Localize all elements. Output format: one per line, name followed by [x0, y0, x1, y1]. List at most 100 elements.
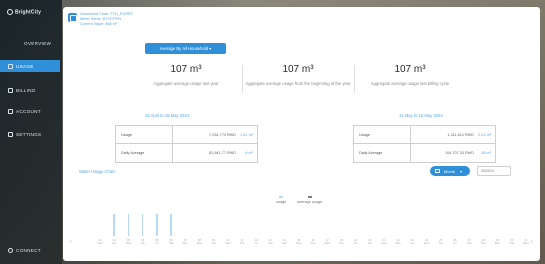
x-tick-label: 12 Fri: [254, 238, 258, 246]
chart-bar[interactable]: [170, 213, 172, 236]
chevron-right-icon[interactable]: ›: [531, 239, 533, 245]
x-tick-label: 30 Tue: [509, 238, 515, 246]
stat-year-to-date: 107 m³ Aggregate average usage from the …: [243, 64, 353, 86]
table-value: 62,641.77 RWD: [209, 151, 236, 155]
sidebar-item-label: USAGE: [16, 63, 34, 69]
average-dropdown-button[interactable]: Average By All Household ▾: [145, 43, 226, 54]
x-tick-label: 01 Mon: [97, 238, 103, 246]
x-tick-label: 14 Sun: [282, 238, 288, 246]
table-unit: 2.01 m³: [478, 132, 491, 137]
current-value: Current Value: 888 m³: [80, 22, 118, 26]
calendar-icon: [435, 169, 440, 173]
sidebar-item-settings[interactable]: SETTINGS: [0, 128, 62, 140]
x-tick-label: 22 Mon: [395, 238, 401, 246]
x-tick-label: 29 Mon: [494, 238, 501, 246]
chart-bar[interactable]: [141, 213, 144, 236]
table-unit: 28 m³: [481, 151, 491, 155]
legend-swatch: [307, 196, 312, 198]
table-key: Usage: [359, 132, 370, 137]
stat-value: 107 m³: [394, 64, 426, 75]
x-tick-label: 07 Sun: [182, 238, 188, 246]
column-divider: [410, 144, 411, 162]
stat-last-year: 107 m³ Aggregate average usage last year: [131, 64, 241, 86]
x-tick-label: 09 Tue: [211, 238, 216, 246]
sidebar-item-usage[interactable]: USAGE: [0, 60, 60, 72]
x-tick-label: 25 Thu: [438, 238, 444, 246]
x-tick-label: 11 Thu: [239, 238, 245, 246]
date-input[interactable]: 05/2024: [477, 166, 511, 176]
x-tick-label: 31 Wed: [523, 238, 529, 246]
table-unit: 4 m³: [245, 151, 253, 155]
x-tick-label: 15 Mon: [296, 238, 302, 246]
chart-title: Water Usage Chart: [79, 169, 115, 174]
x-tick-label: 06 Sat: [168, 238, 174, 246]
sidebar-item-label: ACCOUNT: [16, 108, 41, 114]
sidebar-item-label: CONNECT: [16, 247, 41, 253]
connect-icon: [8, 247, 13, 253]
sidebar-item-overview[interactable]: OVERVIEW: [0, 37, 62, 49]
x-tick-label: 16 Tue: [310, 238, 316, 246]
x-tick-label: 02 Tue: [111, 238, 117, 246]
table-value: 1,311,612 RWD: [447, 132, 474, 137]
x-tick-label: 08 Mon: [196, 238, 203, 246]
billing-icon: [8, 87, 13, 93]
x-axis-labels: 01 Mon 02 Tue 03 Wed 04 Thu 05 Fri 06 Sat 07 S…: [93, 238, 533, 249]
table-row: Usage 1,311,612 RWD 2.01 m³: [354, 126, 495, 144]
x-tick-label: 13 Sat: [268, 238, 273, 246]
chevron-left-icon[interactable]: ‹: [70, 239, 72, 245]
sidebar-item-connect[interactable]: CONNECT: [0, 244, 62, 256]
logo-icon: [7, 9, 13, 15]
x-tick-label: 20 Sat: [367, 238, 372, 246]
period-select-button[interactable]: Month ▾: [430, 166, 470, 176]
stat-last-billing: 107 m³ Aggregate average usage last bill…: [355, 64, 465, 86]
stat-value: 107 m³: [170, 64, 202, 75]
chart-bar[interactable]: [127, 213, 130, 236]
sidebar-item-label: OVERVIEW: [24, 40, 52, 46]
x-tick-label: 10 Wed: [224, 238, 231, 246]
table-key: Daily Average: [359, 151, 383, 155]
stat-value: 107 m³: [282, 64, 314, 75]
gear-icon: [8, 131, 13, 137]
x-tick-label: 23 Tue: [409, 238, 415, 246]
household-info: Household Code: FTH_PORRT Meter Serial: …: [80, 12, 133, 27]
legend-label: average usage: [297, 199, 323, 204]
x-tick-label: 21 Sun: [381, 238, 387, 246]
usage-table-right: Usage 1,311,612 RWD 2.01 m³ Daily Averag…: [353, 125, 496, 163]
legend-label: usage: [276, 199, 287, 204]
column-divider: [172, 126, 173, 143]
sidebar-item-billing[interactable]: BILLING: [0, 84, 62, 96]
table-row: Daily Average 104,707.33 RWD 28 m³: [354, 144, 495, 162]
table-row: Usage 7,034,770 RWD 1.61 m³: [116, 126, 257, 144]
legend-average-usage[interactable]: average usage: [297, 196, 322, 204]
legend-swatch: [279, 196, 284, 198]
usage-icon: [8, 63, 13, 69]
account-icon: [8, 108, 13, 114]
stat-label: Aggregate average usage from the beginni…: [245, 81, 351, 86]
table-key: Usage: [121, 132, 132, 137]
stat-label: Aggregate average usage last billing cyc…: [370, 81, 450, 86]
x-tick-label: 26 Fri: [453, 238, 457, 246]
logo-text: BrightCity: [15, 9, 42, 16]
x-tick-label: 05 Fri: [155, 238, 159, 246]
chart-bar[interactable]: [156, 213, 158, 236]
table-value: 104,707.33 RWD: [444, 151, 474, 155]
table-row: Daily Average 62,641.77 RWD 4 m³: [116, 144, 257, 162]
period-label: Month: [444, 168, 456, 174]
legend-usage[interactable]: usage: [276, 196, 286, 204]
usage-table-left: Usage 7,034,770 RWD 1.61 m³ Daily Averag…: [115, 125, 258, 163]
table-unit: 1.61 m³: [240, 132, 253, 137]
x-tick-label: 18 Thu: [338, 238, 344, 246]
x-tick-label: 28 Sun: [480, 238, 486, 246]
x-tick-label: 19 Fri: [353, 238, 358, 246]
household-icon: [68, 13, 77, 22]
chart-bar[interactable]: [113, 213, 116, 236]
sidebar-item-label: SETTINGS: [16, 131, 42, 137]
main-panel: Household Code: FTH_PORRT Meter Serial: …: [63, 7, 540, 261]
sidebar-item-account[interactable]: ACCOUNT: [0, 105, 62, 117]
x-tick-label: 04 Thu: [140, 238, 146, 246]
x-tick-label: 03 Wed: [125, 238, 132, 246]
column-divider: [410, 126, 411, 143]
sidebar: BrightCity OVERVIEW USAGE BILLING ACCOUN…: [0, 0, 62, 264]
x-tick-label: 17 Wed: [324, 238, 331, 246]
range-left: 15 April to 15 May 2024: [145, 113, 189, 118]
